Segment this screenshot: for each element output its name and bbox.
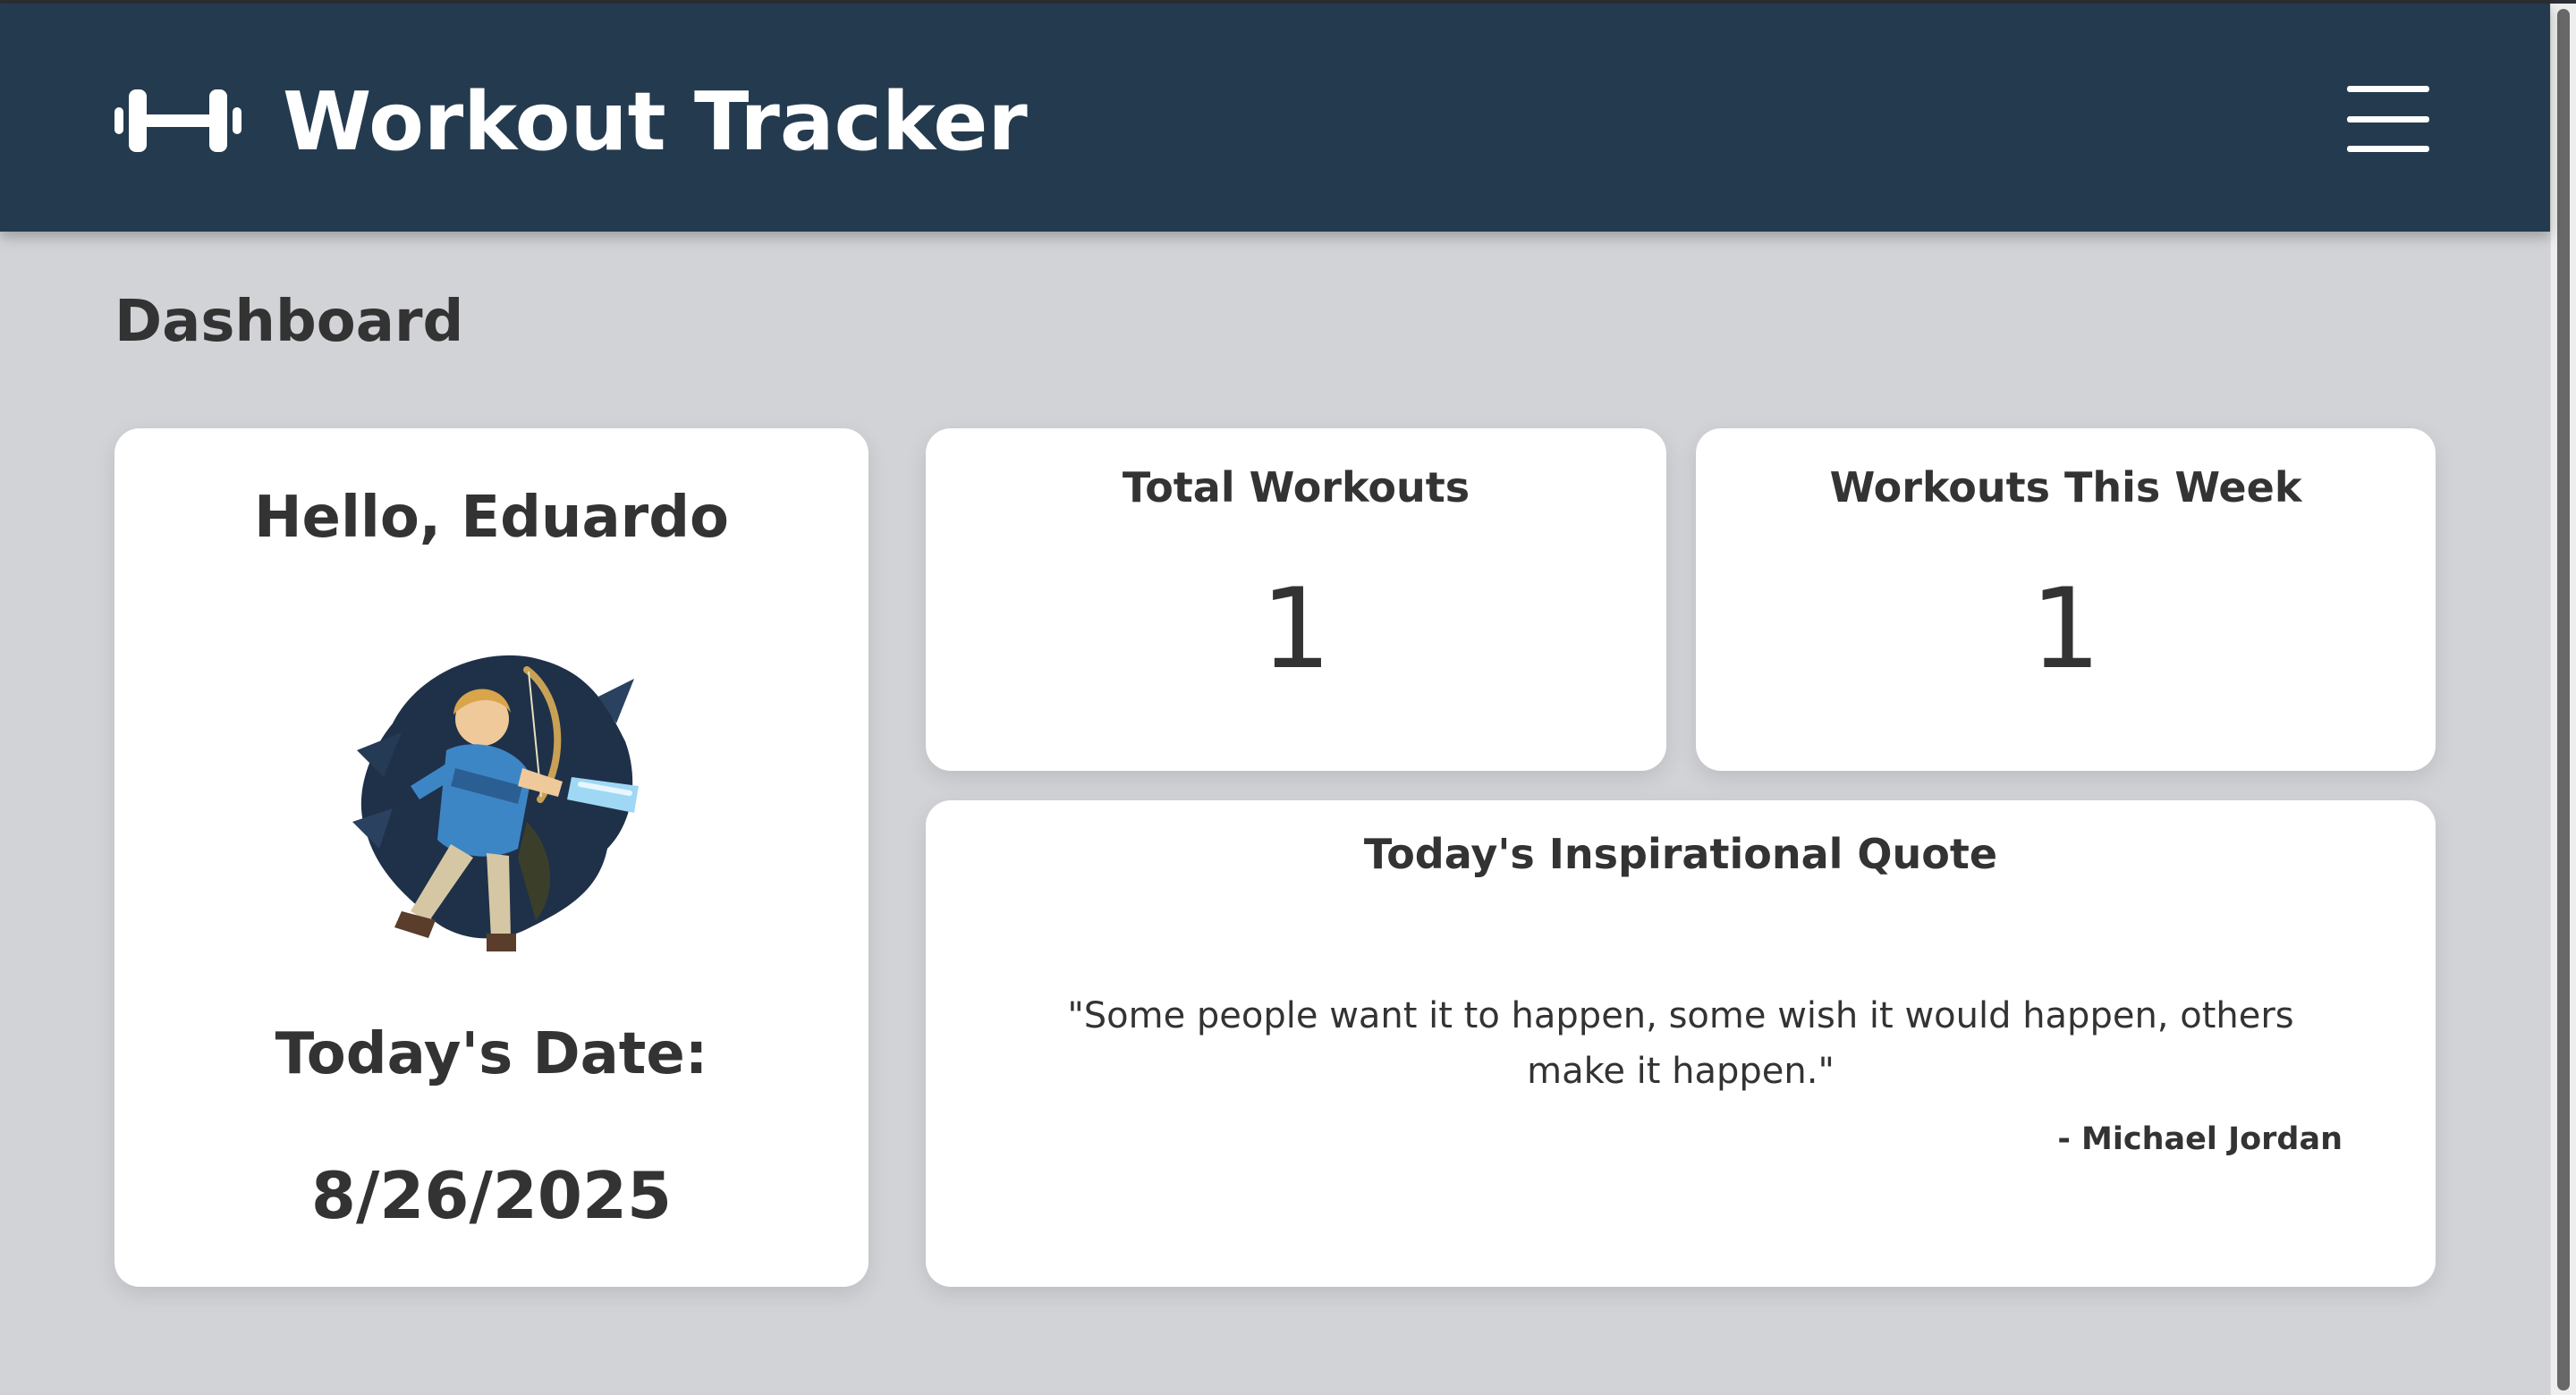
profile-card: Hello, Eduardo Today's Date: 8/26/2025 (114, 428, 869, 1287)
greeting-text: Hello, Eduardo (253, 485, 730, 551)
total-workouts-card: Total Workouts 1 (926, 428, 1666, 771)
menu-bar (2347, 86, 2429, 92)
avatar (352, 655, 639, 951)
hamburger-menu-icon[interactable] (2347, 86, 2429, 154)
app-title[interactable]: Workout Tracker (283, 73, 1028, 172)
page-title: Dashboard (114, 289, 464, 355)
quote-title: Today's Inspirational Quote (1363, 830, 1998, 878)
dumbbell-icon[interactable] (114, 80, 242, 161)
vertical-scrollbar[interactable] (2550, 4, 2576, 1395)
total-workouts-value: 1 (1260, 565, 1332, 694)
quote-card: Today's Inspirational Quote "Some people… (926, 800, 2436, 1287)
workouts-this-week-value: 1 (2030, 565, 2101, 694)
quote-text: "Some people want it to happen, some wis… (1067, 995, 2294, 1092)
scrollbar-thumb[interactable] (2557, 9, 2570, 1391)
menu-bar (2347, 116, 2429, 123)
navbar: Workout Tracker (0, 4, 2550, 232)
quote-author: - Michael Jordan (2057, 1121, 2343, 1157)
total-workouts-label: Total Workouts (1122, 463, 1470, 512)
workouts-this-week-card: Workouts This Week 1 (1696, 428, 2436, 771)
workouts-this-week-label: Workouts This Week (1829, 463, 2302, 512)
menu-bar (2347, 146, 2429, 152)
date-value: 8/26/2025 (310, 1158, 673, 1233)
date-label: Today's Date: (275, 1021, 708, 1087)
